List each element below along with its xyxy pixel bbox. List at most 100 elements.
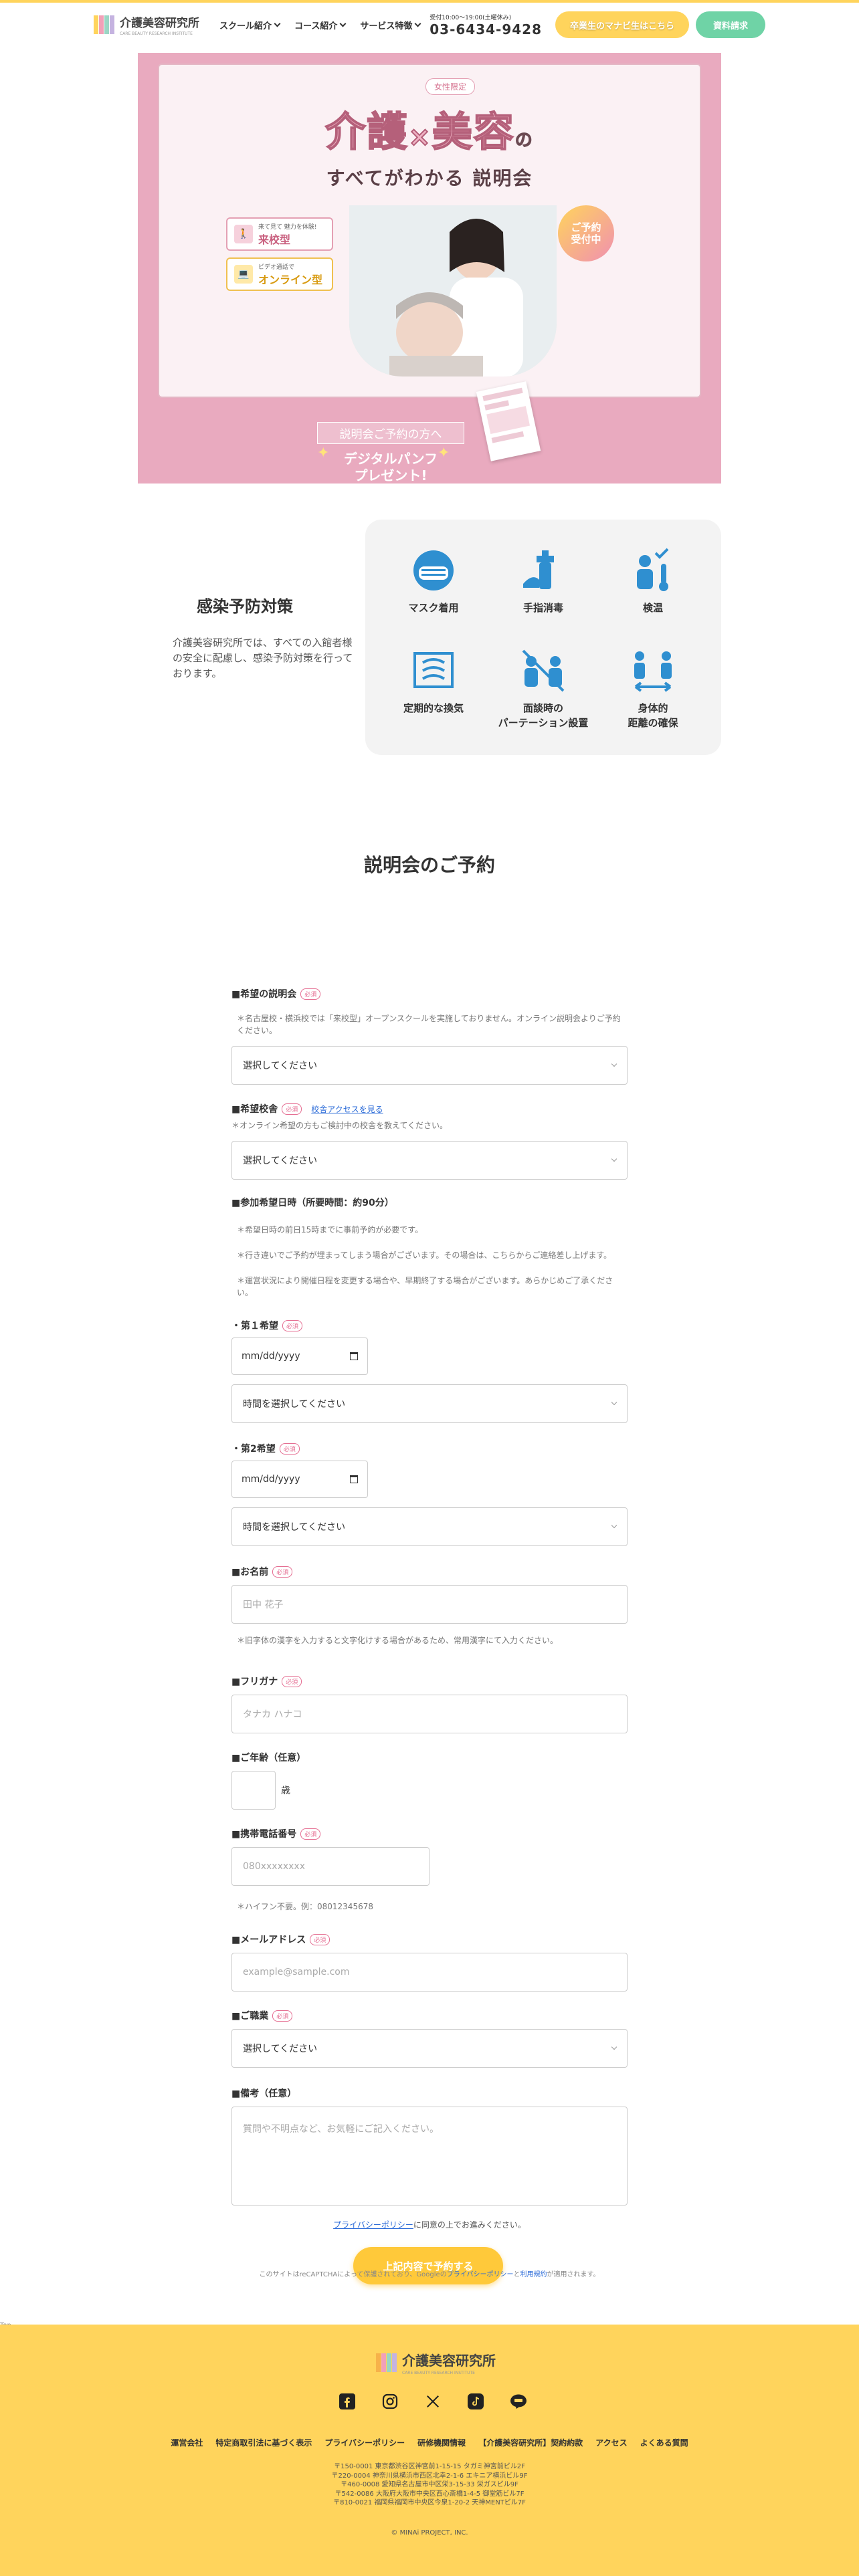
field-phone: ■携帯電話番号 必須 080xxxxxxxx ＊ハイフン不要。例：08012345… (231, 1827, 628, 1913)
footer-link-tokusho[interactable]: 特定商取引法に基づく表示 (215, 2437, 312, 2448)
contact-phone[interactable]: 受付10:00～19:00(土曜休み) 03-6434-9428 (430, 13, 542, 37)
age-label: ■ご年齢（任意） (231, 1753, 306, 1763)
second-choice-date[interactable]: mm/dd/yyyy (231, 1461, 368, 1498)
distance-icon (634, 651, 672, 692)
footer-link-training[interactable]: 研修機関情報 (417, 2437, 466, 2448)
remarks-textarea[interactable]: 質問や不明点など、お気軽にご記入ください。 (231, 2107, 628, 2206)
footer-link-privacy[interactable]: プライバシーポリシー (324, 2437, 405, 2448)
sanitizer-icon (523, 550, 554, 589)
instagram-icon[interactable] (381, 2393, 399, 2410)
first-choice-date[interactable]: mm/dd/yyyy (231, 1337, 368, 1375)
chip-online-title: オンライン型 (258, 273, 323, 286)
thermometer-icon (637, 548, 669, 591)
kana-label: ■フリガナ (231, 1677, 278, 1687)
datetime-note-1: ＊希望日時の前日15時までに事前予約が必要です。 (237, 1225, 423, 1235)
calendar-icon[interactable] (350, 1475, 358, 1483)
hero-banner[interactable]: 女性限定 介護×美容の すべてがわかる 説明会 🚶 来て見て 魅力を体験! 来校… (138, 53, 721, 484)
footer-link-access[interactable]: アクセス (595, 2437, 627, 2448)
session-label: ■希望の説明会 (231, 989, 297, 1000)
second-date-value: mm/dd/yyyy (242, 1474, 300, 1485)
site-footer: 介護美容研究所 CARE BEAUTY RESEARCH INSTITUTE 運… (0, 2325, 859, 2576)
measure-mask: マスク着用 (379, 537, 488, 637)
facebook-icon[interactable] (339, 2393, 356, 2410)
brochure-request-button[interactable]: 資料請求 (696, 11, 765, 38)
x-twitter-icon[interactable] (424, 2393, 442, 2410)
footer-links: 運営会社 特定商取引法に基づく表示 プライバシーポリシー 研修機関情報 【介護美… (0, 2437, 859, 2448)
hero-card: 女性限定 介護×美容の すべてがわかる 説明会 🚶 来て見て 魅力を体験! 来校… (158, 64, 701, 398)
name-input[interactable]: 田中 花子 (231, 1585, 628, 1624)
required-badge: 必須 (272, 2010, 293, 2022)
submit-button[interactable]: 上記内容で予約する (353, 2247, 503, 2284)
site-logo[interactable]: 介護美容研究所 CARE BEAUTY RESEARCH INSTITUTE (94, 13, 199, 36)
logo-name: 介護美容研究所 (120, 17, 199, 30)
measure-mask-label: マスク着用 (408, 602, 459, 614)
recaptcha-post: が適用されます。 (547, 2271, 600, 2278)
chip-online-sub: ビデオ通話で (258, 263, 295, 271)
footer-link-faq[interactable]: よくある質問 (640, 2437, 688, 2448)
present-label: 説明会ご予約の方へ (317, 422, 464, 444)
required-badge: 必須 (282, 1675, 302, 1687)
logo-mark-icon (94, 15, 114, 34)
kana-input[interactable]: タナカ ハナコ (231, 1695, 628, 1733)
hero-title-no: の (514, 130, 534, 151)
privacy-consent: プライバシーポリシーに同意の上でお進みください。 (231, 2219, 628, 2230)
nav-school[interactable]: スクール紹介 (219, 19, 281, 31)
chip-online: 💻 ビデオ通話で オンライン型 (226, 257, 333, 291)
first-date-value: mm/dd/yyyy (242, 1351, 300, 1362)
chip-in-person-sub: 来て見て 魅力を体験! (258, 223, 317, 231)
chevron-down-icon (611, 1061, 617, 1067)
field-age: ■ご年齢（任意） 歳 (231, 1751, 628, 1810)
footer-logo[interactable]: 介護美容研究所 CARE BEAUTY RESEARCH INSTITUTE (376, 2350, 496, 2375)
footer-link-terms[interactable]: 【介護美容研究所】契約約款 (478, 2437, 583, 2448)
first-choice-time[interactable]: 時間を選択してください (231, 1384, 628, 1423)
infection-title: 感染予防対策 (197, 597, 293, 616)
privacy-policy-link[interactable]: プライバシーポリシー (333, 2220, 413, 2230)
school-select[interactable]: 選択してください (231, 1141, 628, 1180)
measure-sanitizer-label: 手指消毒 (522, 602, 563, 614)
nav-course[interactable]: コース紹介 (294, 19, 347, 31)
chevron-down-icon (339, 20, 347, 27)
address-tokyo: 〒150-0001 東京都渋谷区神宮前1-15-15 タガミ神宮前ビル2F (334, 2463, 525, 2470)
main-nav: スクール紹介 コース紹介 サービス特徴 (219, 19, 421, 31)
job-select-value: 選択してください (243, 2044, 318, 2054)
hero-photo (349, 205, 557, 377)
walking-person-icon: 🚶 (234, 225, 253, 243)
second-choice-label: ・第2希望 (231, 1444, 276, 1455)
first-time-value: 時間を選択してください (243, 1399, 346, 1410)
tel-number: 03-6434-9428 (430, 21, 542, 37)
school-label: ■希望校舎 (231, 1104, 278, 1115)
measure-temperature-label: 検温 (642, 602, 663, 614)
footer-link-company[interactable]: 運営会社 (171, 2437, 203, 2448)
age-unit: 歳 (281, 1786, 290, 1796)
age-input[interactable] (231, 1771, 276, 1810)
nav-course-label: コース紹介 (294, 21, 338, 31)
nav-service[interactable]: サービス特徴 (360, 19, 421, 31)
email-label: ■メールアドレス (231, 1935, 306, 1945)
hero-title-x: × (407, 121, 432, 153)
graduate-button[interactable]: 卒業生のマナビ生はこちら (555, 11, 689, 38)
measure-partition-label: 面談時の パーテーション設置 (498, 702, 589, 729)
required-badge: 必須 (279, 1442, 300, 1455)
google-terms-link[interactable]: 利用規約 (520, 2271, 547, 2278)
job-select[interactable]: 選択してください (231, 2029, 628, 2068)
address-fukuoka: 〒810-0021 福岡県福岡市中央区今泉1-20-2 天神MENTビル7F (333, 2499, 526, 2506)
school-access-link[interactable]: 校舎アクセスを見る (311, 1103, 383, 1115)
second-time-value: 時間を選択してください (243, 1522, 346, 1533)
field-session: ■希望の説明会 必須 ＊名古屋校・横浜校では「来校型」オープンスクールを実施してお… (231, 987, 628, 1085)
tiktok-icon[interactable] (467, 2393, 484, 2410)
chip-in-person: 🚶 来て見て 魅力を体験! 来校型 (226, 217, 333, 251)
calendar-icon[interactable] (350, 1352, 358, 1360)
datetime-note-2: ＊行き違いでご予約が埋まってしまう場合がございます。その場合は、こちらからご連絡… (237, 1251, 612, 1260)
footer-logo-name: 介護美容研究所 (402, 2353, 496, 2369)
line-icon[interactable] (510, 2393, 527, 2410)
footer-logo-sub: CARE BEAUTY RESEARCH INSTITUTE (402, 2371, 475, 2375)
women-only-tag: 女性限定 (425, 78, 476, 95)
phone-input[interactable]: 080xxxxxxxx (231, 1847, 430, 1886)
session-select[interactable]: 選択してください (231, 1046, 628, 1085)
required-badge: 必須 (272, 1566, 293, 1578)
hero-subtitle: すべてがわかる 説明会 (326, 167, 533, 189)
google-privacy-link[interactable]: プライバシーポリシー (447, 2271, 514, 2278)
email-input[interactable]: example@sample.com (231, 1953, 628, 1992)
infection-description: 介護美容研究所では、すべての入館者様の安全に配慮し、感染予防対策を行っております… (173, 636, 353, 680)
second-choice-time[interactable]: 時間を選択してください (231, 1507, 628, 1546)
